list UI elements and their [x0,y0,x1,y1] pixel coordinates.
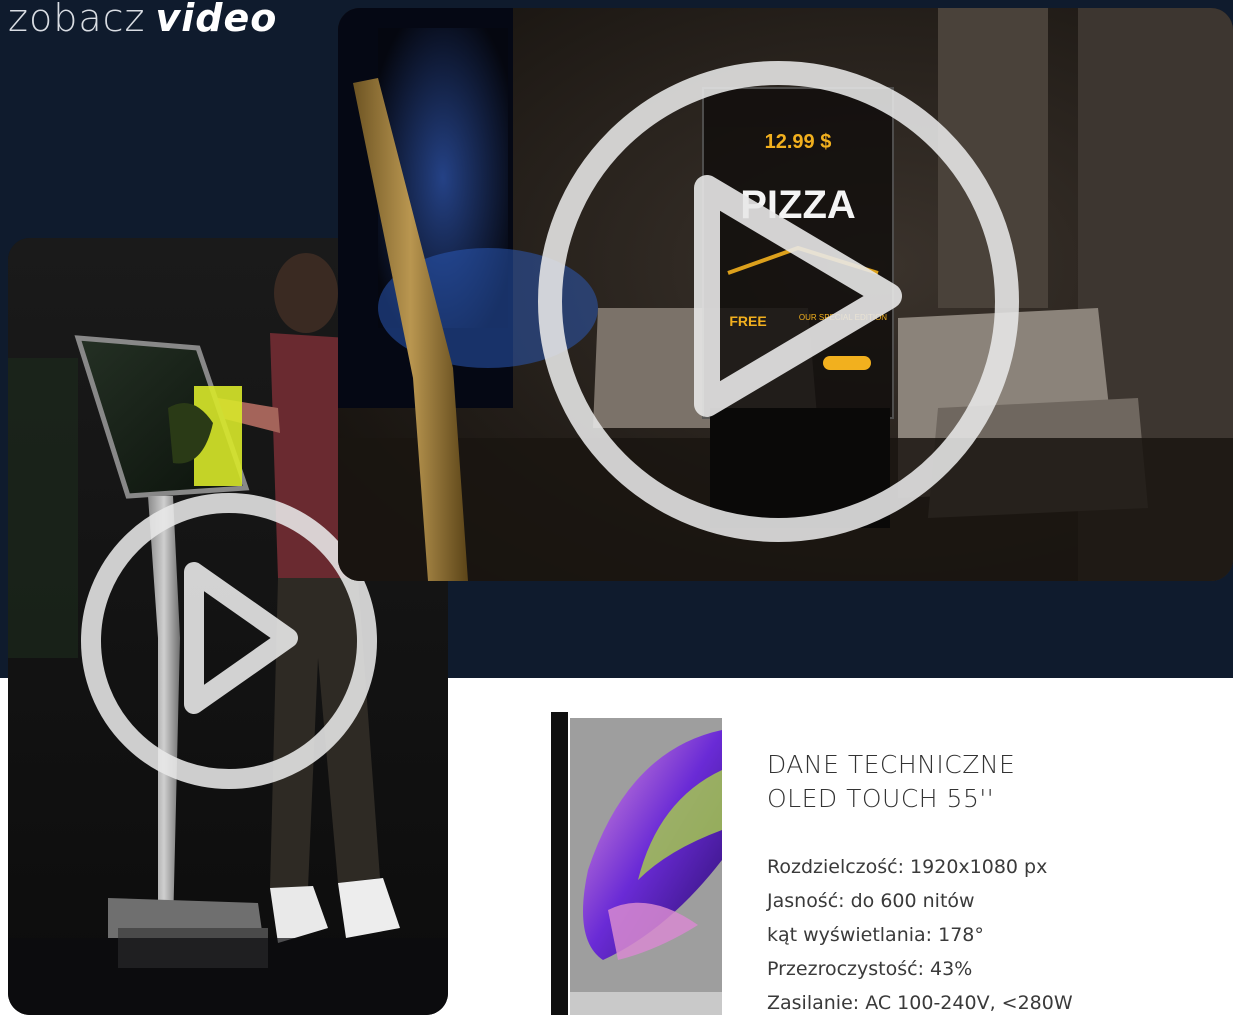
specs-title: DANE TECHNICZNE OLED TOUCH 55'' [767,748,1073,816]
specs-list: Rozdzielczość: 1920x1080 px Jasność: do … [767,850,1073,1020]
spec-viewing-angle: kąt wyświetlania: 178° [767,924,984,946]
play-icon[interactable] [683,166,913,426]
section-heading: zobacz video [8,0,277,40]
video-thumbnail-oled[interactable]: 12.99 $ PIZZA FREE OUR SPECIAL EDITION [338,8,1233,581]
spec-resolution: Rozdzielczość: 1920x1080 px [767,856,1048,878]
specs-title-line1: DANE TECHNICZNE [767,750,1016,779]
specs-title-line2: OLED TOUCH 55'' [767,784,995,813]
oled-product-image [551,712,722,1015]
heading-light: zobacz [8,0,146,40]
spec-brightness: Jasność: do 600 nitów [767,890,975,912]
heading-bold: video [155,0,278,40]
play-icon[interactable] [176,558,306,718]
technical-specs: DANE TECHNICZNE OLED TOUCH 55'' Rozdziel… [767,748,1073,1020]
spec-transparency: Przezroczystość: 43% [767,958,973,980]
